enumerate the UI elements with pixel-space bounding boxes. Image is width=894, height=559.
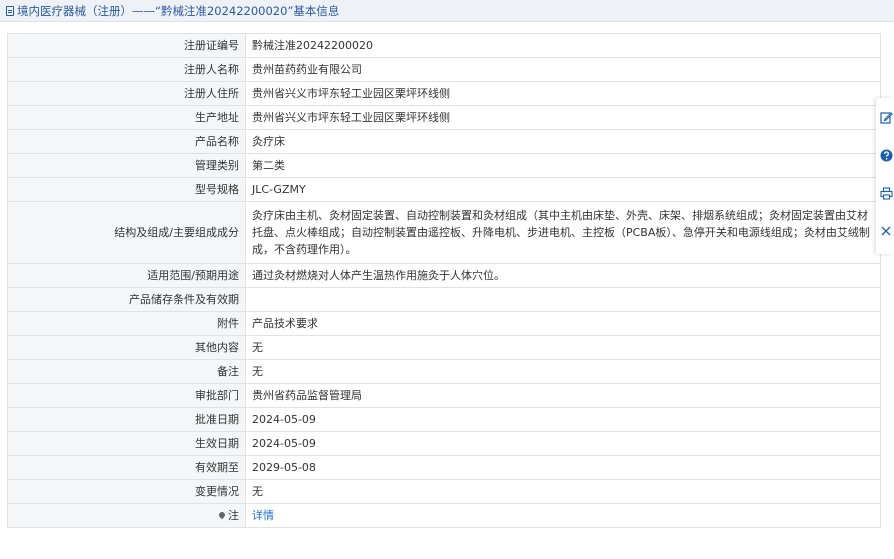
help-icon (880, 149, 892, 161)
row-value: 2029-05-08 (245, 455, 881, 480)
table-row: 其他内容 无 (7, 335, 881, 360)
side-toolbar (876, 98, 894, 254)
row-value: 2024-05-09 (245, 407, 881, 432)
row-value (245, 287, 881, 312)
row-label: 有效期至 (7, 455, 246, 480)
row-value: 灸疗床 (245, 129, 881, 154)
row-value: 贵州省兴义市坪东轻工业园区栗坪环线侧 (245, 105, 881, 130)
details-link[interactable]: 详情 (252, 509, 274, 522)
table-row: 注册人住所 贵州省兴义市坪东轻工业园区栗坪环线侧 (7, 81, 881, 106)
row-label: 注册证编号 (7, 33, 246, 58)
row-value: 灸疗床由主机、灸材固定装置、自动控制装置和灸材组成（其中主机由床垫、外壳、床架、… (245, 201, 881, 264)
close-icon (881, 226, 891, 236)
row-label: 管理类别 (7, 153, 246, 178)
table-row: 审批部门 贵州省药品监督管理局 (7, 383, 881, 408)
row-label: 注册人名称 (7, 57, 246, 82)
page-title-bar: 境内医疗器械（注册）——“黔械注准20242200020”基本信息 (0, 0, 894, 22)
row-label: 备注 (7, 359, 246, 384)
table-row: 产品名称 灸疗床 (7, 129, 881, 154)
table-row: 结构及组成/主要组成成分 灸疗床由主机、灸材固定装置、自动控制装置和灸材组成（其… (7, 201, 881, 264)
row-label: 变更情况 (7, 479, 246, 504)
row-value: 贵州省药品监督管理局 (245, 383, 881, 408)
table-row: 管理类别 第二类 (7, 153, 881, 178)
info-table: 注册证编号 黔械注准20242200020 注册人名称 贵州苗药药业有限公司 注… (7, 33, 881, 528)
row-label: 其他内容 (7, 335, 246, 360)
table-row: 有效期至 2029-05-08 (7, 455, 881, 480)
document-icon (6, 5, 14, 16)
row-label: 附件 (7, 311, 246, 336)
row-value: 第二类 (245, 153, 881, 178)
row-label: 批准日期 (7, 407, 246, 432)
close-button[interactable] (878, 222, 894, 240)
table-row: 适用范围/预期用途 通过灸材燃烧对人体产生温热作用施灸于人体穴位。 (7, 263, 881, 288)
table-row: 型号规格 JLC-GZMY (7, 177, 881, 202)
row-value: 贵州省兴义市坪东轻工业园区栗坪环线侧 (245, 81, 881, 106)
table-row: 生产地址 贵州省兴义市坪东轻工业园区栗坪环线侧 (7, 105, 881, 130)
note-label-cell: 注 (7, 503, 246, 528)
row-label: 适用范围/预期用途 (7, 263, 246, 288)
row-value: 贵州苗药药业有限公司 (245, 57, 881, 82)
row-value: 无 (245, 335, 881, 360)
note-value-cell: 详情 (245, 503, 881, 528)
row-label: 产品储存条件及有效期 (7, 287, 246, 312)
row-label: 结构及组成/主要组成成分 (7, 201, 246, 264)
print-icon (879, 186, 893, 200)
table-row: 注册人名称 贵州苗药药业有限公司 (7, 57, 881, 82)
help-button[interactable] (878, 146, 894, 164)
row-label: 注册人住所 (7, 81, 246, 106)
table-row: 批准日期 2024-05-09 (7, 407, 881, 432)
table-row: 注册证编号 黔械注准20242200020 (7, 33, 881, 58)
table-row: 附件 产品技术要求 (7, 311, 881, 336)
table-row: 变更情况 无 (7, 479, 881, 504)
row-value: 无 (245, 479, 881, 504)
row-value: 产品技术要求 (245, 311, 881, 336)
edit-icon (879, 111, 893, 124)
table-row: 产品储存条件及有效期 (7, 287, 881, 312)
row-label: 生产地址 (7, 105, 246, 130)
row-label: 产品名称 (7, 129, 246, 154)
table-row: 备注 无 (7, 359, 881, 384)
note-row: 注 详情 (7, 503, 881, 528)
table-row: 生效日期 2024-05-09 (7, 431, 881, 456)
pin-icon (217, 510, 227, 520)
row-value: 黔械注准20242200020 (245, 33, 881, 58)
print-button[interactable] (878, 184, 894, 202)
page-title: 境内医疗器械（注册）——“黔械注准20242200020”基本信息 (17, 3, 340, 18)
row-value: 无 (245, 359, 881, 384)
row-label: 型号规格 (7, 177, 246, 202)
edit-button[interactable] (878, 108, 894, 126)
row-label: 审批部门 (7, 383, 246, 408)
row-value: JLC-GZMY (245, 177, 881, 202)
note-label: 注 (228, 509, 239, 522)
row-value: 2024-05-09 (245, 431, 881, 456)
row-value: 通过灸材燃烧对人体产生温热作用施灸于人体穴位。 (245, 263, 881, 288)
row-label: 生效日期 (7, 431, 246, 456)
